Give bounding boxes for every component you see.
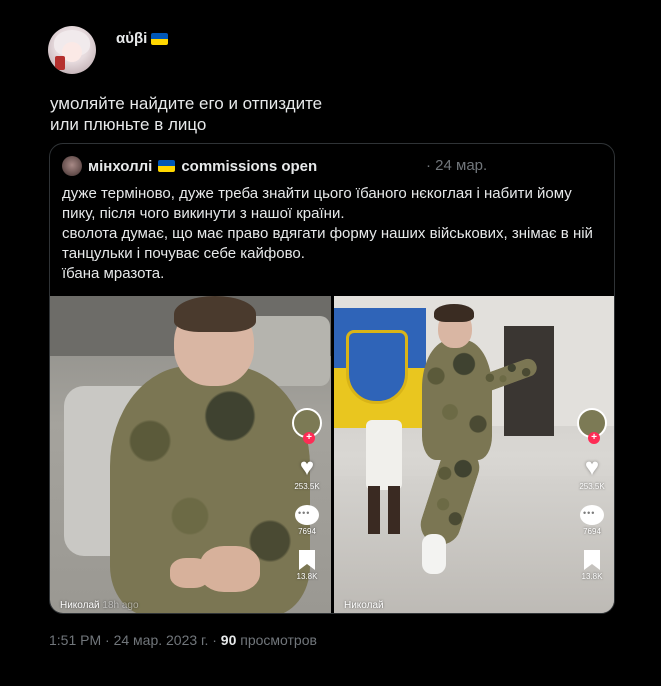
quoted-author-avatar[interactable] xyxy=(62,156,82,176)
comments-count: 7694 xyxy=(583,527,601,536)
flag-banner xyxy=(334,308,426,428)
comment-icon[interactable] xyxy=(295,505,319,525)
views-count: 90 xyxy=(220,632,237,648)
tweet-meta: 1:51 PM · 24 мар. 2023 г. · 90 просмотро… xyxy=(49,632,317,648)
likes-count: 253.5K xyxy=(579,482,605,491)
video-watermark: Николай 18h ago xyxy=(60,600,139,611)
quoted-tweet-date[interactable]: · 24 мар. xyxy=(426,157,487,174)
creator-avatar[interactable]: + xyxy=(292,408,322,444)
comment-icon[interactable] xyxy=(580,505,604,525)
heart-icon[interactable]: ♥ xyxy=(300,456,314,480)
quoted-tweet[interactable]: мінхоллі commissions open · 24 мар. дуже… xyxy=(49,143,615,614)
video-watermark: Николай xyxy=(344,600,384,611)
likes-count: 253.5K xyxy=(294,482,320,491)
quoted-tweet-header: мінхоллі commissions open xyxy=(62,156,317,176)
ukraine-flag-icon xyxy=(151,32,169,45)
saves-count: 13.8K xyxy=(581,572,603,581)
watermark-name: Николай xyxy=(344,600,384,611)
saves-count: 13.8K xyxy=(296,572,318,581)
bookmark-icon[interactable] xyxy=(299,550,315,570)
quoted-media: + ♥ 253.5K 7694 13.8K Николай 18h ago xyxy=(50,296,614,613)
creator-avatar[interactable]: + xyxy=(577,408,607,444)
video-2-actions: + ♥ 253.5K 7694 13.8K xyxy=(574,408,610,581)
watermark-extra: 18h ago xyxy=(102,600,139,611)
quoted-author-suffix[interactable]: commissions open xyxy=(181,158,317,175)
video-thumbnail-2[interactable]: + ♥ 253.5K 7694 13.8K Николай xyxy=(334,296,614,613)
heart-icon[interactable]: ♥ xyxy=(585,456,599,480)
quoted-author-name[interactable]: мінхоллі xyxy=(88,158,152,175)
ukraine-flag-icon xyxy=(158,160,176,172)
video-1-actions: + ♥ 253.5K 7694 13.8K xyxy=(289,408,325,581)
tweet-timestamp[interactable]: 1:51 PM · 24 мар. 2023 г. · xyxy=(49,632,221,648)
quoted-tweet-text: дуже терміново, дуже треба знайти цього … xyxy=(62,185,593,282)
follow-plus-icon[interactable]: + xyxy=(303,432,315,444)
watermark-name: Николай xyxy=(60,600,100,611)
author-display-name: αὐβi xyxy=(116,30,148,47)
bookmark-icon[interactable] xyxy=(584,550,600,570)
video-thumbnail-1[interactable]: + ♥ 253.5K 7694 13.8K Николай 18h ago xyxy=(50,296,331,613)
comments-count: 7694 xyxy=(298,527,316,536)
views-label: просмотров xyxy=(236,632,317,648)
author-name[interactable]: αὐβi xyxy=(116,30,169,47)
tweet-text: умоляйте найдите его и отпиздите или плю… xyxy=(50,94,323,134)
follow-plus-icon[interactable]: + xyxy=(588,432,600,444)
author-avatar[interactable] xyxy=(48,26,96,74)
